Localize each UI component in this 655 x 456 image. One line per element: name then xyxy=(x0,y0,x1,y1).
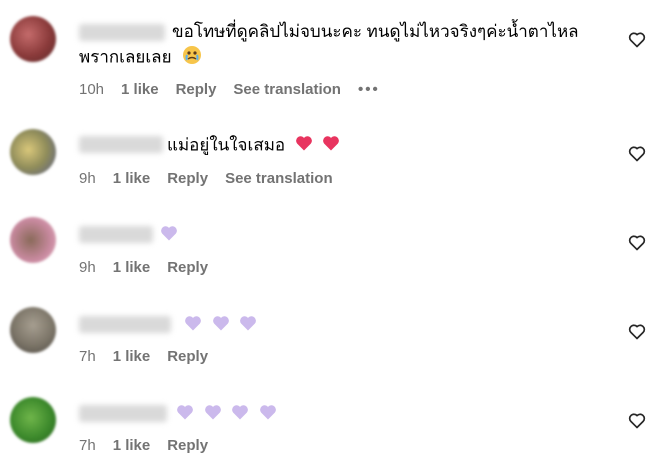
comment-meta: 9h 1 like Reply See translation xyxy=(79,170,350,187)
avatar[interactable] xyxy=(10,307,56,353)
timestamp: 9h xyxy=(79,170,96,187)
username[interactable]: phoymmm xyxy=(79,316,171,333)
timestamp: 7h xyxy=(79,437,96,454)
crying-face-icon xyxy=(182,45,202,71)
lavender-heart-icon xyxy=(203,402,223,428)
comment-text-line2: พรากเลยเลย xyxy=(79,47,172,67)
username[interactable]: thanidartte xyxy=(79,405,167,422)
comment-text-line1: แม่อยู่ในใจเสมอ xyxy=(167,135,286,155)
like-count[interactable]: 1 like xyxy=(113,437,151,454)
comment-item: juniatyth 9h 1 like Reply xyxy=(0,199,655,288)
lavender-heart-icon xyxy=(258,402,278,428)
like-heart-icon[interactable] xyxy=(627,29,647,49)
comment-item: phooci_ud แม่อยู่ในใจเสมอ 9h 1 like Repl… xyxy=(0,110,655,199)
comment-text xyxy=(159,223,179,249)
comment-item: kk_yaowaa ขอโทษที่ดูคลิปไม่จบนะคะ ทนดูไม… xyxy=(0,0,655,110)
timestamp: 10h xyxy=(79,81,105,98)
lavender-heart-icon xyxy=(175,402,195,428)
comment-item: thanidartte 7h 1 like Reply xyxy=(0,377,655,456)
more-options-icon[interactable]: ••• xyxy=(358,81,380,98)
lavender-heart-icon xyxy=(230,402,250,428)
pink-heart-icon xyxy=(321,133,341,159)
like-heart-icon[interactable] xyxy=(627,321,647,341)
comment-item: phoymmm 7h 1 like Reply xyxy=(0,288,655,377)
username[interactable]: phooci_ud xyxy=(79,136,163,153)
avatar[interactable] xyxy=(10,129,56,175)
pink-heart-icon xyxy=(294,133,314,159)
lavender-heart-icon xyxy=(238,313,258,339)
username[interactable]: kk_yaowaa xyxy=(79,24,165,41)
like-count[interactable]: 1 like xyxy=(113,348,151,365)
lavender-heart-icon xyxy=(183,313,203,339)
reply-button[interactable]: Reply xyxy=(167,259,208,276)
comment-text xyxy=(183,313,258,339)
like-count[interactable]: 1 like xyxy=(121,81,159,98)
like-heart-icon[interactable] xyxy=(627,143,647,163)
timestamp: 9h xyxy=(79,259,96,276)
like-heart-icon[interactable] xyxy=(627,232,647,252)
lavender-heart-icon xyxy=(159,223,179,249)
comment-meta: 7h 1 like Reply xyxy=(79,437,225,454)
reply-button[interactable]: Reply xyxy=(176,81,217,98)
see-translation-link[interactable]: See translation xyxy=(225,170,333,187)
avatar[interactable] xyxy=(10,16,56,62)
like-count[interactable]: 1 like xyxy=(113,170,151,187)
timestamp: 7h xyxy=(79,348,96,365)
comment-text xyxy=(175,402,278,428)
comment-text: แม่อยู่ในใจเสมอ xyxy=(167,133,341,159)
avatar[interactable] xyxy=(10,217,56,263)
avatar[interactable] xyxy=(10,397,56,443)
comment-meta: 7h 1 like Reply xyxy=(79,348,225,365)
comment-text: ขอโทษที่ดูคลิปไม่จบนะคะ ทนดูไม่ไหวจริงๆค… xyxy=(172,20,579,43)
see-translation-link[interactable]: See translation xyxy=(233,81,341,98)
comment-meta: 10h 1 like Reply See translation ••• xyxy=(79,81,397,98)
like-heart-icon[interactable] xyxy=(627,410,647,430)
reply-button[interactable]: Reply xyxy=(167,170,208,187)
username[interactable]: juniatyth xyxy=(79,226,153,243)
lavender-heart-icon xyxy=(211,313,231,339)
comment-meta: 9h 1 like Reply xyxy=(79,259,225,276)
reply-button[interactable]: Reply xyxy=(167,348,208,365)
like-count[interactable]: 1 like xyxy=(113,259,151,276)
comment-text-line2-wrap: พรากเลยเลย xyxy=(79,45,202,71)
comment-text-line1: ขอโทษที่ดูคลิปไม่จบนะคะ ทนดูไม่ไหวจริงๆค… xyxy=(172,22,579,41)
reply-button[interactable]: Reply xyxy=(167,437,208,454)
